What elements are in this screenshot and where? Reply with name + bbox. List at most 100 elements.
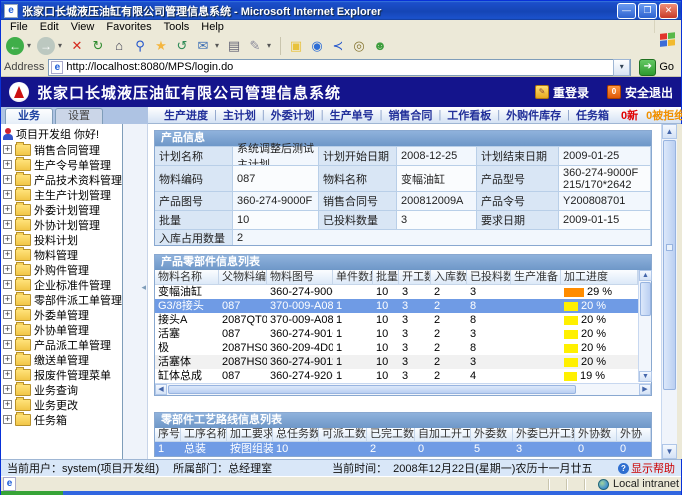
discuss-icon[interactable]: ▣ bbox=[287, 36, 305, 56]
menu-tools[interactable]: Tools bbox=[159, 21, 195, 33]
route-col-7[interactable]: 外委数 bbox=[471, 428, 513, 441]
parts-col-1[interactable]: 父物料编码 bbox=[219, 270, 267, 284]
history-icon[interactable]: ↺ bbox=[173, 36, 191, 56]
menu-view[interactable]: View bbox=[66, 21, 100, 33]
route-row-0[interactable]: 1总装按图组装10205300 bbox=[155, 442, 651, 456]
print-icon[interactable]: ▤ bbox=[225, 36, 243, 56]
parts-row-2[interactable]: 接头A2087QT002370-009-A085011032820 % bbox=[155, 313, 651, 327]
forward-dropdown-icon[interactable]: ▾ bbox=[58, 41, 65, 50]
go-button[interactable]: ➔ Go bbox=[635, 59, 678, 76]
parts-col-5[interactable]: 开工数 bbox=[399, 270, 431, 284]
tree-expander-icon[interactable]: + bbox=[3, 205, 12, 214]
main-scroll-up-icon[interactable]: ▲ bbox=[662, 124, 677, 139]
tree-expander-icon[interactable]: + bbox=[3, 220, 12, 229]
parts-row-5[interactable]: 活塞体2087HS002360-274-9011W11032320 % bbox=[155, 355, 651, 369]
windows-media-icon[interactable]: ◉ bbox=[308, 36, 326, 56]
route-col-10[interactable]: 外协 bbox=[617, 428, 651, 441]
scroll-left-icon[interactable]: ◀ bbox=[155, 384, 167, 395]
minimize-button[interactable]: — bbox=[617, 3, 636, 19]
tree-expander-icon[interactable]: + bbox=[3, 340, 12, 349]
parts-row-6[interactable]: 缸体总成087360-274-9200F11032419 % bbox=[155, 369, 651, 383]
tab-settings[interactable]: 设置 bbox=[55, 108, 103, 124]
tree-expander-icon[interactable]: + bbox=[3, 370, 12, 379]
main-scroll-thumb[interactable] bbox=[663, 140, 676, 390]
address-dropdown-icon[interactable]: ▾ bbox=[613, 59, 630, 76]
tree-expander-icon[interactable]: + bbox=[3, 310, 12, 319]
logout-button[interactable]: 0 安全退出 bbox=[607, 84, 673, 101]
route-col-6[interactable]: 自加工开工数 bbox=[415, 428, 471, 441]
sidebar-splitter[interactable]: ◂ bbox=[123, 124, 148, 459]
nav-item-5[interactable]: 工作看板 bbox=[441, 107, 497, 123]
messenger-icon[interactable]: ☻ bbox=[371, 36, 389, 56]
tree-expander-icon[interactable]: + bbox=[3, 415, 12, 424]
sidebar-item-4[interactable]: +外委计划管理 bbox=[3, 202, 122, 217]
refresh-icon[interactable]: ↻ bbox=[89, 36, 107, 56]
tree-expander-icon[interactable]: + bbox=[3, 235, 12, 244]
sidebar-item-6[interactable]: +投料计划 bbox=[3, 232, 122, 247]
route-col-5[interactable]: 已完工数 bbox=[367, 428, 415, 441]
parts-hscroll-thumb[interactable] bbox=[168, 385, 576, 394]
menu-help[interactable]: Help bbox=[196, 21, 229, 33]
menu-file[interactable]: File bbox=[5, 21, 33, 33]
sidebar-item-16[interactable]: +业务查询 bbox=[3, 382, 122, 397]
parts-row-3[interactable]: 活塞087360-274-9010F11032320 % bbox=[155, 327, 651, 341]
route-col-8[interactable]: 外委已开工数 bbox=[513, 428, 575, 441]
menu-favorites[interactable]: Favorites bbox=[101, 21, 156, 33]
main-scroll-down-icon[interactable]: ▼ bbox=[662, 444, 677, 459]
nav-item-1[interactable]: 主计划 bbox=[217, 107, 262, 123]
tree-expander-icon[interactable]: + bbox=[3, 265, 12, 274]
parts-col-0[interactable]: 物料名称 bbox=[155, 270, 219, 284]
sidebar-item-3[interactable]: +主生产计划管理 bbox=[3, 187, 122, 202]
address-input[interactable] bbox=[66, 61, 613, 74]
tab-business[interactable]: 业务 bbox=[5, 108, 53, 124]
sidebar-item-2[interactable]: +产品技术资料管理 bbox=[3, 172, 122, 187]
maximize-button[interactable]: ❐ bbox=[638, 3, 657, 19]
sidebar-item-1[interactable]: +生产令号单管理 bbox=[3, 157, 122, 172]
main-vertical-scrollbar[interactable]: ▲ ▼ bbox=[661, 124, 677, 459]
back-dropdown-icon[interactable]: ▾ bbox=[27, 41, 34, 50]
tree-expander-icon[interactable]: + bbox=[3, 250, 12, 259]
nav-item-6[interactable]: 外购件库存 bbox=[500, 107, 567, 123]
nav-item-2[interactable]: 外委计划 bbox=[265, 107, 321, 123]
edit-dropdown-icon[interactable]: ▾ bbox=[267, 41, 274, 50]
tree-expander-icon[interactable]: + bbox=[3, 190, 12, 199]
sidebar-item-11[interactable]: +外委单管理 bbox=[3, 307, 122, 322]
parts-col-8[interactable]: 生产准备 bbox=[511, 270, 561, 284]
tree-expander-icon[interactable]: + bbox=[3, 400, 12, 409]
sidebar-item-5[interactable]: +外协计划管理 bbox=[3, 217, 122, 232]
sidebar-item-12[interactable]: +外协单管理 bbox=[3, 322, 122, 337]
tree-expander-icon[interactable]: + bbox=[3, 145, 12, 154]
menu-edit[interactable]: Edit bbox=[35, 21, 64, 33]
relogin-button[interactable]: ✎ 重登录 bbox=[535, 84, 589, 101]
parts-row-0[interactable]: 变幅油缸360-274-9000F1032329 % bbox=[155, 285, 651, 299]
favorites-icon[interactable]: ★ bbox=[152, 36, 170, 56]
parts-row-4[interactable]: 极2087HS002360-209-4D01011032820 % bbox=[155, 341, 651, 355]
sidebar-item-7[interactable]: +物料管理 bbox=[3, 247, 122, 262]
home-icon[interactable]: ⌂ bbox=[110, 36, 128, 56]
tree-expander-icon[interactable]: + bbox=[3, 385, 12, 394]
mail-dropdown-icon[interactable]: ▾ bbox=[215, 41, 222, 50]
route-col-1[interactable]: 工序名称 bbox=[181, 428, 227, 441]
tree-expander-icon[interactable]: + bbox=[3, 355, 12, 364]
windows-taskbar[interactable] bbox=[1, 491, 681, 495]
splitter-collapse-icon[interactable]: ◂ bbox=[141, 282, 146, 293]
nav-item-4[interactable]: 销售合同 bbox=[382, 107, 438, 123]
parts-col-9[interactable]: 加工进度 bbox=[561, 270, 638, 284]
parts-scroll-thumb[interactable] bbox=[640, 282, 651, 316]
sidebar-item-0[interactable]: +销售合同管理 bbox=[3, 142, 122, 157]
tree-expander-icon[interactable]: + bbox=[3, 295, 12, 304]
nav-item-0[interactable]: 生产进度 bbox=[158, 107, 214, 123]
parts-horizontal-scrollbar[interactable]: ◀ ▶ bbox=[155, 383, 651, 395]
stop-icon[interactable]: ✕ bbox=[68, 36, 86, 56]
sidebar-item-17[interactable]: +业务更改 bbox=[3, 397, 122, 412]
sidebar-item-15[interactable]: +报废件管理菜单 bbox=[3, 367, 122, 382]
route-col-2[interactable]: 加工要求 bbox=[227, 428, 273, 441]
route-col-4[interactable]: 可派工数 bbox=[319, 428, 367, 441]
close-button[interactable]: ✕ bbox=[659, 3, 678, 19]
sidebar-item-8[interactable]: +外购件管理 bbox=[3, 262, 122, 277]
parts-col-6[interactable]: 入库数 bbox=[431, 270, 467, 284]
sidebar-item-9[interactable]: +企业标准件管理 bbox=[3, 277, 122, 292]
route-col-0[interactable]: 序号 bbox=[155, 428, 181, 441]
parts-col-7[interactable]: 已投料数 bbox=[467, 270, 511, 284]
show-help-link[interactable]: ? 显示帮助 bbox=[618, 460, 675, 476]
